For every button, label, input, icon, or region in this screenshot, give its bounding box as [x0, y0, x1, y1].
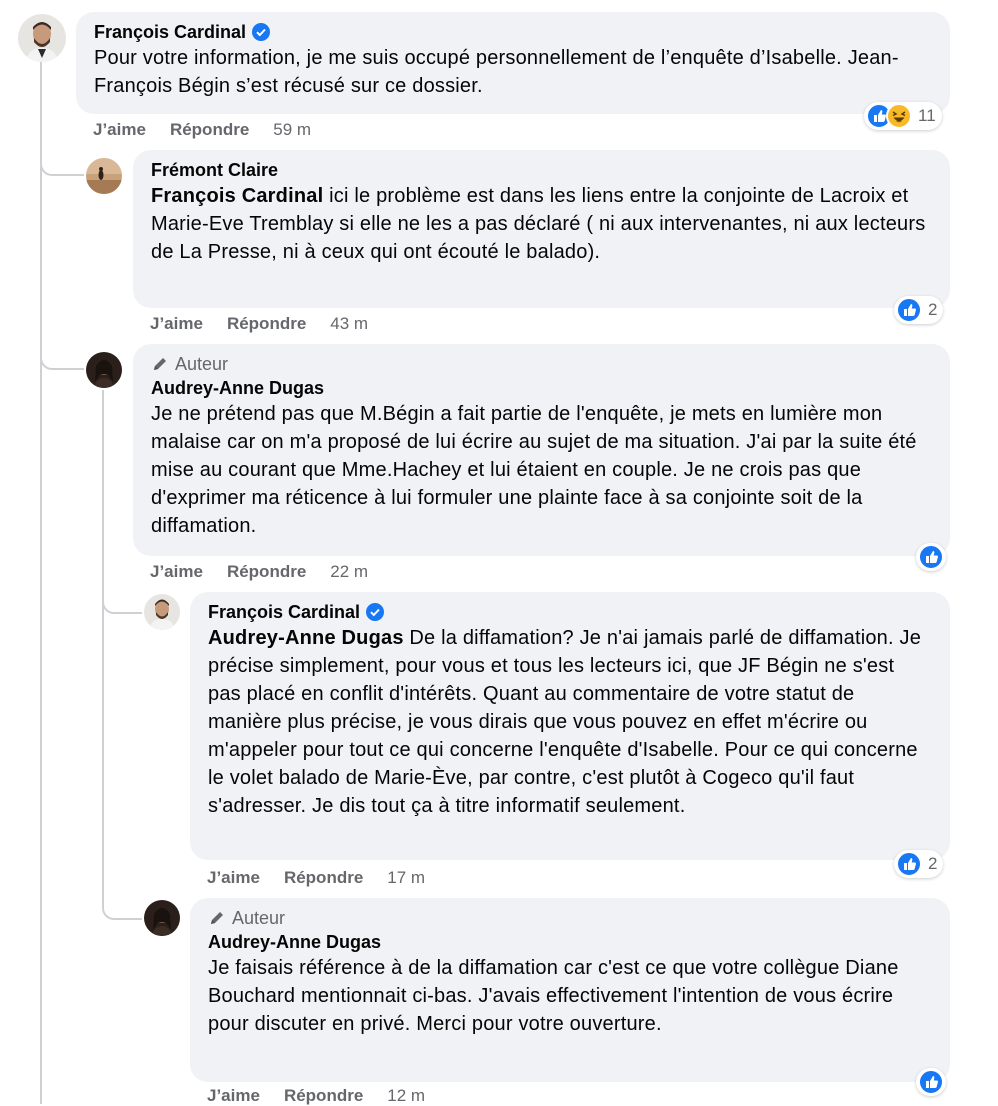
like-reaction-icon: [896, 297, 922, 323]
verified-badge-icon: [252, 23, 271, 41]
like-reaction-icon: [918, 1069, 944, 1095]
comment-timestamp[interactable]: 22 m: [330, 562, 368, 582]
comment-timestamp[interactable]: 12 m: [387, 1086, 425, 1106]
reaction-count: 11: [918, 106, 936, 125]
reaction-summary[interactable]: [916, 1068, 946, 1096]
comment-text: Audrey-Anne Dugas De la diffamation? Je …: [208, 624, 932, 820]
thread-elbow: [40, 344, 84, 370]
thread-elbow: [40, 150, 84, 176]
comment-bubble: Auteur Audrey-Anne Dugas Je ne prétend p…: [133, 344, 950, 556]
author-badge: Auteur: [208, 906, 932, 930]
reaction-summary[interactable]: 2: [894, 296, 944, 324]
comment-actions: J’aime Répondre 12 m: [207, 1086, 425, 1106]
reaction-summary[interactable]: 2: [894, 850, 944, 878]
thread-line-nested: [102, 390, 104, 900]
comment-text: Pour votre information, je me suis occup…: [94, 47, 899, 97]
reaction-count: 2: [928, 854, 938, 873]
pencil-icon: [211, 912, 223, 924]
avatar[interactable]: [144, 900, 180, 936]
comment-actions: J’aime Répondre 43 m: [150, 314, 368, 334]
reaction-summary[interactable]: [916, 543, 946, 571]
commenter-name[interactable]: Frémont Claire: [151, 158, 278, 182]
avatar[interactable]: [144, 594, 180, 630]
avatar[interactable]: [86, 352, 122, 388]
avatar[interactable]: [86, 158, 122, 194]
commenter-name[interactable]: François Cardinal: [208, 600, 360, 624]
reply-button[interactable]: Répondre: [284, 1086, 363, 1106]
reaction-summary[interactable]: 11: [864, 102, 942, 130]
comment-timestamp[interactable]: 59 m: [273, 120, 311, 140]
like-button[interactable]: J’aime: [150, 314, 203, 334]
commenter-name[interactable]: François Cardinal: [94, 20, 246, 44]
like-button[interactable]: J’aime: [207, 868, 260, 888]
thread-elbow: [102, 896, 142, 920]
like-button[interactable]: J’aime: [93, 120, 146, 140]
thread-elbow: [102, 588, 142, 614]
comment-body: De la diffamation? Je n'ai jamais parlé …: [208, 627, 922, 817]
mention-link[interactable]: François Cardinal: [151, 185, 323, 207]
comment-bubble: Auteur Audrey-Anne Dugas Je faisais réfé…: [190, 898, 950, 1082]
commenter-name[interactable]: Audrey-Anne Dugas: [151, 376, 324, 400]
like-reaction-icon: [896, 851, 922, 877]
avatar[interactable]: [18, 14, 66, 62]
reply-button[interactable]: Répondre: [227, 314, 306, 334]
verified-badge-icon: [366, 603, 385, 621]
reply-button[interactable]: Répondre: [284, 868, 363, 888]
like-button[interactable]: J’aime: [207, 1086, 260, 1106]
comment-actions: J’aime Répondre 22 m: [150, 562, 368, 582]
like-button[interactable]: J’aime: [150, 562, 203, 582]
comment-timestamp[interactable]: 17 m: [387, 868, 425, 888]
comment-text: Je faisais référence à de la diffamation…: [208, 957, 899, 1035]
like-reaction-icon: [918, 544, 944, 570]
haha-reaction-icon: [886, 103, 912, 129]
comment-bubble: François Cardinal Pour votre information…: [76, 12, 950, 114]
comment-actions: J’aime Répondre 17 m: [207, 868, 425, 888]
comment-text: François Cardinal ici le problème est da…: [151, 182, 932, 266]
comment-text: Je ne prétend pas que M.Bégin a fait par…: [151, 403, 917, 537]
comment-bubble: François Cardinal Audrey-Anne Dugas De l…: [190, 592, 950, 860]
comment-timestamp[interactable]: 43 m: [330, 314, 368, 334]
reaction-count: 2: [928, 300, 938, 319]
author-badge: Auteur: [151, 352, 932, 376]
pencil-icon: [154, 358, 166, 370]
comment-bubble: Frémont Claire François Cardinal ici le …: [133, 150, 950, 308]
comment-actions: J’aime Répondre 59 m: [93, 120, 311, 140]
reply-button[interactable]: Répondre: [170, 120, 249, 140]
thread-line-main: [40, 62, 42, 1104]
mention-link[interactable]: Audrey-Anne Dugas: [208, 627, 404, 649]
reply-button[interactable]: Répondre: [227, 562, 306, 582]
commenter-name[interactable]: Audrey-Anne Dugas: [208, 930, 381, 954]
